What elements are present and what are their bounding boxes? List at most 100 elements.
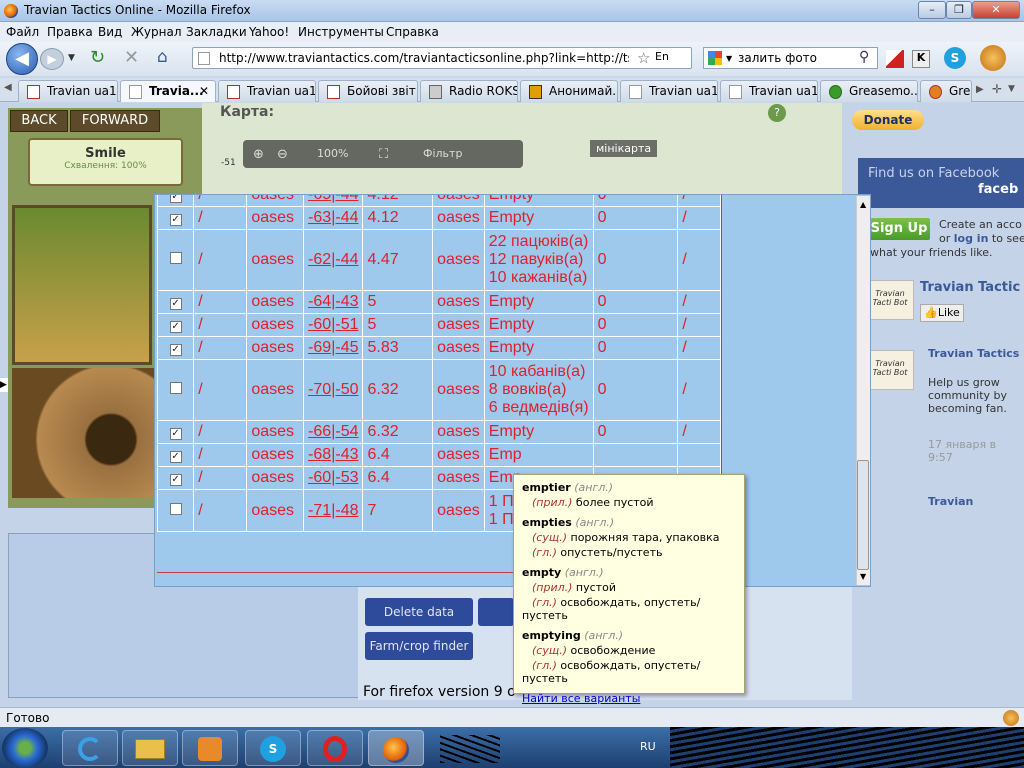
row-checkbox[interactable]: ✓	[169, 214, 182, 226]
all-tabs-icon[interactable]: ▼	[1008, 84, 1015, 94]
start-button[interactable]	[2, 728, 48, 768]
login-link[interactable]: log in	[954, 232, 989, 245]
row-checkbox[interactable]: ✓	[169, 321, 182, 333]
row-checkbox[interactable]: ✓	[169, 298, 182, 310]
find-all-variants-link[interactable]: Найти все варианты	[522, 692, 736, 705]
row-checkbox[interactable]: ✓	[169, 474, 182, 486]
menu-edit[interactable]: Правка	[47, 25, 93, 39]
tab-scroll-right-icon[interactable]: ▶	[976, 84, 984, 95]
delete-data-button[interactable]: Delete data	[365, 598, 473, 626]
farm-crop-finder-button[interactable]: Farm/crop finder	[365, 632, 473, 660]
firefox-taskbar-icon[interactable]	[368, 730, 424, 766]
language-indicator[interactable]: RU	[640, 740, 656, 753]
search-icon[interactable]: ⚲	[859, 49, 869, 65]
coordinate-link[interactable]: -60|-53	[308, 469, 358, 486]
menu-bookmarks[interactable]: Закладки	[186, 25, 247, 39]
page-thumbnail[interactable]: Travian Tacti Bot	[866, 280, 914, 320]
url-bar[interactable]: http://www.traviantactics.com/traviantac…	[192, 47, 692, 69]
search-engine-dropdown-icon[interactable]: ▼	[726, 54, 732, 63]
filter-label[interactable]: Фільтр	[423, 147, 462, 160]
row-checkbox[interactable]	[169, 382, 182, 394]
tab-7[interactable]: Travian ua1	[620, 80, 718, 102]
like-button[interactable]: 👍Like	[920, 304, 964, 322]
back-arrow-icon[interactable]: ◀	[6, 43, 38, 75]
tab-4[interactable]: Бойові звіт...	[318, 80, 418, 102]
menu-view[interactable]: Вид	[98, 25, 122, 39]
back-link-button[interactable]: BACK	[10, 110, 68, 132]
language-badge[interactable]: En	[655, 50, 669, 63]
forward-link-button[interactable]: FORWARD	[70, 110, 160, 132]
google-icon[interactable]	[708, 51, 722, 65]
reload-icon[interactable]: ↻	[90, 47, 105, 68]
signup-button[interactable]: Sign Up	[868, 218, 930, 240]
scroll-down-icon[interactable]: ▼	[860, 572, 866, 581]
home-icon[interactable]: ⌂	[157, 47, 168, 67]
facebook-link[interactable]: Find us on Facebook	[868, 166, 999, 181]
tab-5[interactable]: Radio ROKS	[420, 80, 518, 102]
media-player-taskbar-icon[interactable]	[182, 730, 238, 766]
coordinate-link[interactable]: -64|-43	[308, 293, 358, 310]
page-name-link[interactable]: Travian Tactic	[920, 280, 1020, 295]
close-tab-icon[interactable]: ✕	[199, 84, 209, 98]
addon-icon-1[interactable]	[886, 50, 904, 68]
coordinate-link[interactable]: -63|-44	[308, 209, 358, 226]
coordinate-link[interactable]: -66|-54	[308, 423, 358, 440]
maximize-button[interactable]: ❐	[946, 1, 972, 19]
row-checkbox[interactable]: ✓	[169, 428, 182, 440]
row-checkbox[interactable]	[169, 252, 182, 264]
opera-taskbar-icon[interactable]	[307, 730, 363, 766]
coordinate-link[interactable]: -69|-45	[308, 339, 358, 356]
search-input[interactable]: ▼ залить фото ⚲	[703, 47, 878, 69]
secondary-button[interactable]	[478, 598, 514, 626]
tab-8[interactable]: Travian ua1	[720, 80, 818, 102]
scrollbar-thumb[interactable]	[857, 460, 869, 570]
tab-2-active[interactable]: Travia... ✕	[120, 80, 216, 102]
coordinate-link[interactable]: -65|-44	[308, 195, 358, 203]
forward-arrow-icon[interactable]: ▶	[40, 48, 64, 70]
row-checkbox[interactable]	[169, 502, 182, 515]
zoom-out-icon[interactable]: ⊖	[277, 147, 288, 162]
tab-scroll-left-icon[interactable]: ◀	[4, 82, 12, 93]
zoom-level[interactable]: 100%	[317, 147, 348, 160]
help-icon[interactable]: ?	[768, 104, 786, 122]
minimap-toggle[interactable]: мінікарта	[590, 140, 658, 157]
coordinate-link[interactable]: -70|-50	[308, 381, 358, 398]
new-tab-icon[interactable]: ✛	[992, 82, 1002, 96]
coordinate-link[interactable]: -60|-51	[308, 316, 358, 333]
skype-taskbar-icon[interactable]: S	[245, 730, 301, 766]
row-checkbox[interactable]: ✓	[169, 344, 182, 356]
coordinate-link[interactable]: -62|-44	[308, 251, 358, 268]
post2-title[interactable]: Travian	[928, 495, 973, 508]
tab-9[interactable]: Greasemo...	[820, 80, 918, 102]
row-checkbox[interactable]: ✓	[169, 195, 182, 203]
menu-yahoo[interactable]: Yahoo!	[249, 25, 289, 39]
bookmark-star-icon[interactable]: ☆	[637, 49, 650, 67]
stop-icon[interactable]: ✕	[124, 47, 139, 68]
scroll-up-icon[interactable]: ▲	[860, 200, 866, 209]
ie-taskbar-icon[interactable]	[62, 730, 118, 766]
history-dropdown-icon[interactable]: ▼	[68, 53, 75, 63]
addon-icon-2[interactable]: K	[912, 50, 930, 68]
coordinate-link[interactable]: -68|-43	[308, 446, 358, 463]
row-checkbox[interactable]: ✓	[169, 451, 182, 463]
monkey-icon[interactable]	[980, 45, 1006, 71]
menu-history[interactable]: Журнал	[131, 25, 182, 39]
collapse-arrow-icon[interactable]: ▶	[0, 378, 8, 392]
tab-1[interactable]: Travian ua1	[18, 80, 118, 102]
tab-10[interactable]: Grea	[920, 80, 972, 102]
explorer-taskbar-icon[interactable]	[122, 730, 178, 766]
donate-button[interactable]: Donate	[852, 110, 924, 130]
fullscreen-icon[interactable]: ⛶	[379, 147, 388, 162]
post-title[interactable]: Travian Tactics	[928, 347, 1022, 360]
greasemonkey-status-icon[interactable]	[1003, 710, 1019, 726]
minimize-button[interactable]: –	[918, 1, 946, 19]
menu-help[interactable]: Справка	[386, 25, 439, 39]
skype-icon[interactable]: S	[944, 47, 966, 69]
menu-tools[interactable]: Инструменты	[298, 25, 384, 39]
menu-file[interactable]: Файл	[6, 25, 39, 39]
close-button[interactable]: ✕	[972, 1, 1020, 19]
tab-3[interactable]: Travian ua1	[218, 80, 316, 102]
window-titlebar[interactable]: Travian Tactics Online - Mozilla Firefox…	[0, 0, 1024, 22]
tab-6[interactable]: Анонимай...	[520, 80, 618, 102]
coordinate-link[interactable]: -71|-48	[308, 502, 358, 519]
